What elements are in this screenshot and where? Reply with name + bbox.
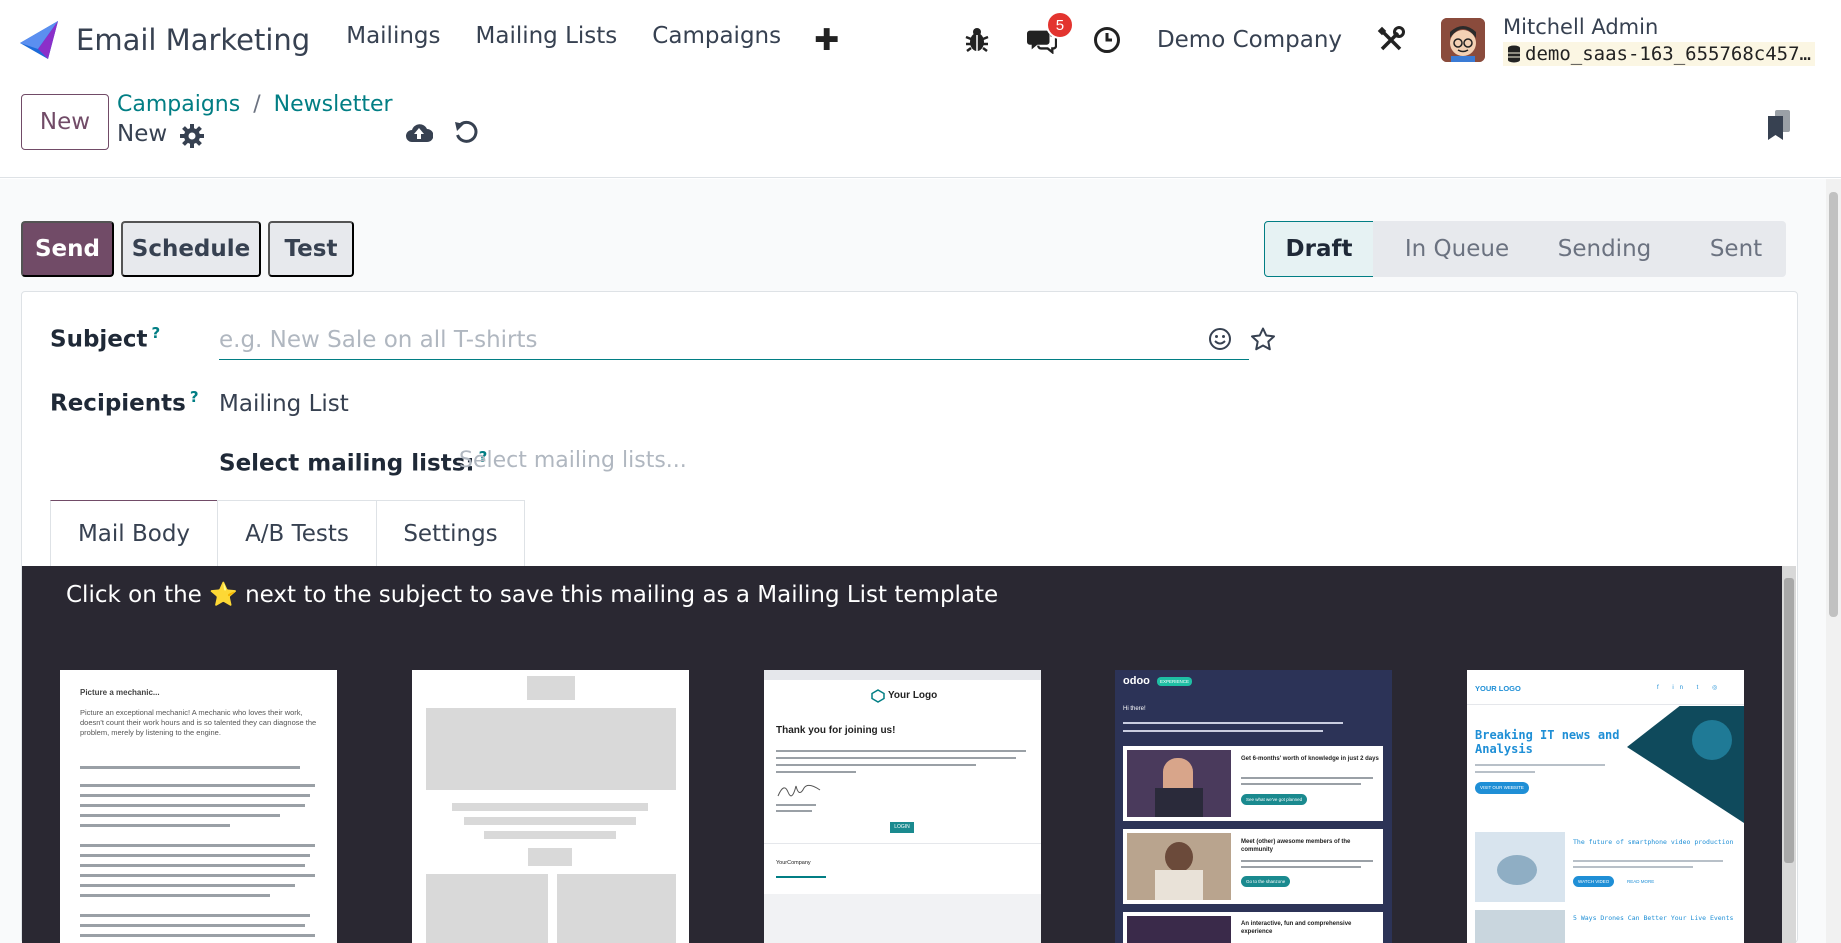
bug-icon[interactable] — [962, 25, 992, 55]
control-panel: New Campaigns / Newsletter New — [0, 80, 1841, 178]
notebook-tabs: Mail Body A/B Tests Settings — [50, 500, 525, 566]
send-button[interactable]: Send — [21, 221, 114, 277]
template-3-button: LOGIN — [890, 822, 914, 833]
template-4-item-1-button: See what we've got planned — [1241, 794, 1308, 805]
template-5-article-2: 5 Ways Drones Can Better Your Live Event… — [1573, 914, 1734, 922]
template-4-tag: EXPERIENCE — [1157, 677, 1193, 686]
template-4-logo: odoo — [1123, 675, 1150, 687]
subject-help-icon[interactable]: ? — [152, 324, 161, 342]
stage-in-queue-label: In Queue — [1404, 236, 1510, 262]
template-4-greeting: Hi there! — [1123, 706, 1146, 712]
company-switcher[interactable]: Demo Company — [1157, 27, 1342, 53]
database-name-text: demo_saas-163_655768c457… — [1525, 42, 1811, 65]
mail-body-editor: Click on the ⭐ next to the subject to sa… — [22, 566, 1796, 943]
avatar — [1441, 18, 1486, 62]
template-5-article-1-button: WATCH VIDEO — [1573, 876, 1615, 887]
mailing-lists-label: Select mailing lists:? — [219, 448, 487, 477]
cloud-upload-save-icon[interactable] — [405, 121, 433, 145]
activity-clock-icon[interactable] — [1092, 25, 1122, 55]
schedule-button[interactable]: Schedule — [121, 221, 261, 277]
database-icon — [1508, 45, 1521, 62]
plus-icon[interactable]: ✚ — [814, 23, 839, 58]
template-4-item-2: Meet (other) awesome members of the comm… — [1241, 839, 1351, 853]
stage-draft[interactable]: Draft — [1264, 221, 1374, 277]
user-menu[interactable]: Mitchell Admin demo_saas-163_655768c457… — [1441, 15, 1815, 66]
stage-in-queue[interactable]: In Queue — [1373, 221, 1523, 277]
template-3-footer-company: YourCompany — [776, 860, 811, 866]
menu-campaigns[interactable]: Campaigns — [652, 23, 781, 58]
template-3-heading: Thank you for joining us! — [776, 725, 896, 736]
template-1-para: Picture an exceptional mechanic! A mecha… — [80, 708, 317, 737]
top-navbar: Email Marketing Mailings Mailing Lists C… — [0, 0, 1841, 80]
template-3-logo: Your Logo — [888, 690, 938, 701]
breadcrumb-separator: / — [253, 92, 261, 117]
page-scrollbar-thumb[interactable] — [1829, 192, 1838, 617]
recipients-label: Recipients? — [50, 388, 199, 417]
email-marketing-logo-icon — [20, 21, 58, 59]
template-4-item-2-button: Go to the shanzone — [1241, 876, 1291, 887]
user-name: Mitchell Admin — [1503, 14, 1659, 39]
stage-draft-label: Draft — [1285, 236, 1353, 262]
template-5-article-1: The future of smartphone video productio… — [1573, 838, 1734, 846]
template-5-button: VISIT OUR WEBSITE — [1475, 782, 1529, 794]
template-thumbnail-blank-layout[interactable] — [412, 670, 689, 943]
template-4-item-3: An interactive, fun and comprehensive ex… — [1241, 921, 1352, 935]
template-5-social-icons: f in t ◎ — [1657, 685, 1724, 691]
chat-messages-icon[interactable]: 5 — [1026, 11, 1074, 55]
stage-sending[interactable]: Sending — [1523, 221, 1668, 277]
tab-ab-tests[interactable]: A/B Tests — [217, 500, 377, 566]
user-info: Mitchell Admin demo_saas-163_655768c457… — [1503, 15, 1815, 66]
subject-label-text: Subject — [50, 326, 148, 353]
messages-count-badge: 5 — [1045, 11, 1074, 39]
template-1-title: Picture a mechanic... — [80, 688, 160, 697]
discard-undo-icon[interactable] — [453, 120, 479, 146]
main-menu: Mailings Mailing Lists Campaigns ✚ — [346, 23, 839, 58]
subject-input[interactable] — [219, 320, 1249, 360]
stage-sending-label: Sending — [1557, 236, 1652, 262]
star-save-template-icon[interactable] — [1250, 327, 1276, 351]
template-4-item-1: Get 6-months' worth of knowledge in just… — [1241, 756, 1379, 762]
tab-mail-body[interactable]: Mail Body — [50, 500, 218, 566]
database-name: demo_saas-163_655768c457… — [1503, 41, 1815, 66]
template-logo-icon — [871, 689, 885, 703]
tools-icon[interactable] — [1376, 25, 1406, 55]
template-5-headline: Breaking IT news and Analysis — [1475, 728, 1620, 756]
template-5-article-1-link: READ MORE — [1627, 879, 1655, 884]
tab-settings-label: Settings — [403, 520, 498, 547]
template-5-logo: YOUR LOGO — [1475, 684, 1521, 693]
breadcrumb-newsletter[interactable]: Newsletter — [274, 92, 393, 117]
template-thumbnail-plain-text[interactable]: Picture a mechanic... Picture an excepti… — [60, 670, 337, 943]
new-record-button[interactable]: New — [21, 94, 109, 150]
signature-icon — [777, 784, 821, 797]
stage-sent-label: Sent — [1709, 236, 1763, 262]
breadcrumb: Campaigns / Newsletter — [117, 92, 393, 117]
navbar-systray: 5 Demo Company Mitchell Admin demo_saas-… — [962, 0, 1815, 80]
breadcrumb-campaigns[interactable]: Campaigns — [117, 92, 240, 117]
template-thumbnail-event[interactable]: odoo EXPERIENCE Hi there! Get 6-months' … — [1115, 670, 1392, 943]
template-hint: Click on the ⭐ next to the subject to sa… — [66, 582, 999, 608]
test-button[interactable]: Test — [268, 221, 354, 277]
knowledge-bookmark-icon[interactable] — [1766, 108, 1792, 142]
template-thumbnail-welcome[interactable]: Your Logo Thank you for joining us! LOGI… — [764, 670, 1041, 943]
menu-mailing-lists[interactable]: Mailing Lists — [476, 23, 618, 58]
recipients-label-text: Recipients — [50, 390, 186, 417]
mailing-lists-label-text: Select mailing lists: — [219, 450, 475, 477]
mailing-lists-input[interactable]: Select mailing lists... — [459, 448, 687, 473]
tab-mail-body-label: Mail Body — [77, 520, 191, 547]
app-name: Email Marketing — [76, 23, 311, 57]
editor-scrollbar-thumb[interactable] — [1784, 578, 1794, 863]
status-bar: Draft In Queue Sending Sent — [1264, 221, 1786, 277]
tab-ab-tests-label: A/B Tests — [245, 520, 349, 547]
app-brand[interactable]: Email Marketing — [18, 19, 310, 61]
gear-icon[interactable] — [180, 124, 204, 148]
menu-mailings[interactable]: Mailings — [346, 23, 440, 58]
subject-label: Subject? — [50, 324, 160, 353]
stage-sent[interactable]: Sent — [1668, 221, 1786, 277]
recipients-model-field[interactable]: Mailing List — [219, 391, 349, 417]
recipients-help-icon[interactable]: ? — [190, 388, 199, 406]
template-thumbnail-tech-news[interactable]: YOUR LOGO f in t ◎ Breaking IT news and … — [1467, 670, 1744, 943]
tab-settings[interactable]: Settings — [376, 500, 525, 566]
emoji-picker-icon[interactable] — [1208, 327, 1232, 351]
record-name: New — [117, 121, 168, 147]
